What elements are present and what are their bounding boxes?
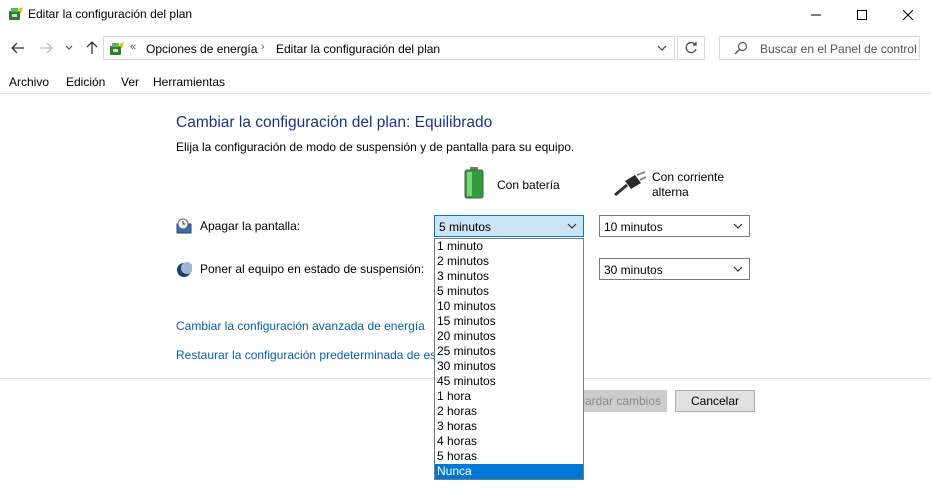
close-button[interactable] [885,0,931,30]
chevron-down-icon [733,266,743,272]
page-description: Elija la configuración de modo de suspen… [176,140,575,154]
dropdown-option[interactable]: 25 minutos [435,344,583,359]
sleep-ac-select[interactable]: 30 minutos [599,258,750,280]
dropdown-option[interactable]: Nunca [435,464,583,479]
display-off-label: Apagar la pantalla: [200,219,301,233]
dropdown-option[interactable]: 3 horas [435,419,583,434]
dropdown-option[interactable]: 15 minutos [435,314,583,329]
sleep-label: Poner al equipo en estado de suspensión: [200,262,425,276]
dropdown-option[interactable]: 1 hora [435,389,583,404]
dropdown-option[interactable]: 45 minutos [435,374,583,389]
up-button[interactable] [82,38,102,58]
search-icon [734,41,748,55]
power-options-icon [8,6,24,22]
dropdown-option[interactable]: 3 minutos [435,269,583,284]
menu-herramientas[interactable]: Herramientas [153,75,225,89]
refresh-icon [685,41,697,54]
arrow-right-icon [40,42,53,54]
breadcrumb-edit-plan[interactable]: Editar la configuración del plan [276,42,440,56]
dropdown-option[interactable]: 4 horas [435,434,583,449]
chevron-down-icon [657,45,667,51]
window-title: Editar la configuración del plan [28,7,193,21]
cancel-button[interactable]: Cancelar [675,390,755,412]
recent-locations-button[interactable] [62,38,76,58]
select-value: 5 minutos [439,220,492,234]
menu-ver[interactable]: Ver [121,75,139,89]
menu-edicion[interactable]: Edición [66,75,105,89]
power-options-icon [109,41,125,57]
chevron-down-icon [567,223,577,229]
menu-archivo[interactable]: Archivo [9,75,49,89]
plug-icon [613,171,647,197]
chevron-down-icon [65,45,73,50]
battery-icon [464,167,484,199]
dropdown-option[interactable]: 5 minutos [435,284,583,299]
minimize-button[interactable] [793,0,839,30]
breadcrumb-power-options[interactable]: Opciones de energía [146,42,257,56]
address-history-button[interactable] [654,40,670,56]
breadcrumb-overflow[interactable]: « [130,41,136,53]
search-placeholder: Buscar en el Panel de control [760,42,917,56]
title-bar: Editar la configuración del plan [0,0,931,30]
dropdown-option[interactable]: 2 minutos [435,254,583,269]
arrow-up-icon [86,41,98,54]
refresh-button[interactable] [677,36,705,60]
dropdown-option[interactable]: 30 minutos [435,359,583,374]
back-button[interactable] [8,38,28,58]
ac-column-label: Con corriente alterna [652,170,725,199]
dropdown-list[interactable]: 1 minuto 2 minutos 3 minutos 5 minutos 10 mi… [434,238,584,480]
forward-button[interactable] [36,38,56,58]
address-bar[interactable]: « Opciones de energía › Editar la config… [103,36,675,60]
breadcrumb-separator[interactable]: › [261,41,265,53]
display-off-battery-select[interactable]: 5 minutos [434,215,584,237]
dropdown-option[interactable]: 5 horas [435,449,583,464]
dropdown-option[interactable]: 10 minutos [435,299,583,314]
select-value: 30 minutos [604,263,663,277]
dropdown-option[interactable]: 20 minutos [435,329,583,344]
dropdown-option[interactable]: 1 minuto [435,239,583,254]
sleep-moon-icon [176,262,193,278]
restore-defaults-link[interactable]: Restaurar la configuración predeterminad… [176,348,434,362]
battery-column-label: Con batería [497,178,560,192]
advanced-settings-link[interactable]: Cambiar la configuración avanzada de ene… [176,319,425,333]
dropdown-option[interactable]: 2 horas [435,404,583,419]
search-input[interactable]: Buscar en el Panel de control [719,36,920,60]
chevron-down-icon [733,223,743,229]
display-timer-icon [176,218,192,234]
arrow-left-icon [11,42,24,54]
select-value: 10 minutos [604,220,663,234]
page-title: Cambiar la configuración del plan: Equil… [176,114,493,131]
divider [0,93,931,94]
display-off-ac-select[interactable]: 10 minutos [599,215,750,237]
maximize-button[interactable] [839,0,885,30]
